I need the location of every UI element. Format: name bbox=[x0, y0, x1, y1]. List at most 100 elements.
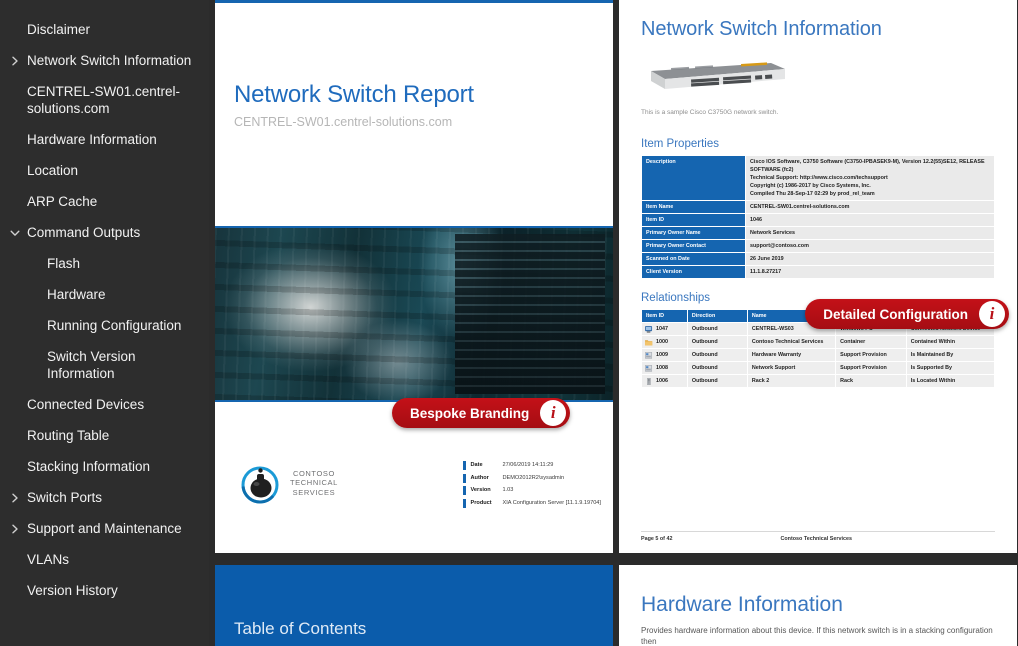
metadata-accent-bar bbox=[463, 498, 466, 508]
item-property-value: Network Services bbox=[745, 226, 995, 240]
switch-page-content: Network Switch Information This is a sam… bbox=[619, 0, 1017, 388]
table-row: Primary Owner Name Network Services bbox=[641, 226, 995, 240]
page-cover[interactable]: Network Switch Report CENTREL-SW01.centr… bbox=[215, 0, 613, 553]
sidebar-item-command-outputs[interactable]: Command Outputs bbox=[0, 217, 209, 248]
relationship-relationship-type: Is Supported By bbox=[905, 361, 996, 375]
chevron-right-icon[interactable] bbox=[9, 523, 21, 535]
item-properties-table: Description Cisco IOS Software, C3750 Sof… bbox=[641, 155, 995, 279]
sidebar-item-vlans[interactable]: VLANs bbox=[0, 544, 209, 575]
metadata-accent-bar bbox=[463, 486, 466, 495]
cover-title: Network Switch Report bbox=[234, 81, 474, 108]
contoso-logo-mark-icon bbox=[238, 461, 282, 505]
sidebar-item-location[interactable]: Location bbox=[0, 155, 209, 186]
relationship-type-col: Support Provision bbox=[835, 348, 907, 362]
relationship-type-col: Rack bbox=[835, 374, 907, 388]
callout-detailed-configuration[interactable]: Detailed Configuration i bbox=[805, 299, 1009, 329]
relationship-type-col: Container bbox=[835, 335, 907, 349]
metadata-key: Date bbox=[470, 462, 483, 468]
relationship-item-id: 1008 bbox=[641, 361, 688, 375]
sidebar-item-label: Location bbox=[27, 163, 79, 178]
table-row: Item ID 1046 bbox=[641, 213, 995, 227]
chevron-right-icon[interactable] bbox=[9, 492, 21, 504]
relationship-direction: Outbound bbox=[686, 348, 748, 362]
sidebar-item-label: Switch Ports bbox=[27, 490, 103, 505]
sidebar-item-switch-version-information[interactable]: Switch Version Information bbox=[0, 341, 209, 389]
metadata-key: Version bbox=[470, 487, 491, 493]
cover-metadata-row: Version 1.03 bbox=[463, 486, 603, 495]
footer-divider bbox=[641, 531, 995, 532]
table-row: Client Version 11.1.8.27217 bbox=[641, 265, 995, 279]
relationship-name: Hardware Warranty bbox=[746, 348, 837, 362]
sidebar-item-label: VLANs bbox=[27, 552, 70, 567]
sidebar-item-stacking-information[interactable]: Stacking Information bbox=[0, 451, 209, 482]
column-header: Direction bbox=[686, 309, 748, 323]
sidebar-item-routing-table[interactable]: Routing Table bbox=[0, 420, 209, 451]
relationship-name: Contoso Technical Services bbox=[746, 335, 837, 349]
cover-metadata-row: Product XIA Configuration Server [11.1.9.… bbox=[463, 498, 603, 508]
sidebar-item-label: Command Outputs bbox=[27, 225, 141, 240]
sidebar-item-hardware[interactable]: Hardware bbox=[0, 279, 209, 310]
logo-line-1: CONTOSO bbox=[292, 468, 335, 478]
page-hardware-information[interactable]: Hardware Information Provides hardware i… bbox=[619, 565, 1017, 646]
relationship-item-id-value: 1009 bbox=[656, 352, 668, 358]
document-outline-sidebar[interactable]: Disclaimer Network Switch Information CENT… bbox=[0, 0, 209, 646]
metadata-accent-bar bbox=[463, 473, 466, 483]
folder-icon bbox=[645, 339, 653, 346]
item-property-label: Primary Owner Name bbox=[641, 226, 746, 240]
sidebar-item-connected-devices[interactable]: Connected Devices bbox=[0, 389, 209, 420]
relationship-relationship-type: Is Located Within bbox=[905, 374, 996, 388]
relationship-item-id: 1047 bbox=[641, 322, 688, 336]
item-properties-heading: Item Properties bbox=[641, 138, 719, 150]
contoso-logo-text: CONTOSO TECHNICAL SERVICES bbox=[290, 469, 338, 498]
sidebar-item-support-and-maintenance[interactable]: Support and Maintenance bbox=[0, 513, 209, 544]
sidebar-item-label: Disclaimer bbox=[27, 22, 91, 37]
info-icon[interactable]: i bbox=[540, 400, 567, 426]
network-switch-photo bbox=[645, 57, 787, 93]
app-root: Disclaimer Network Switch Information CENT… bbox=[0, 0, 1018, 646]
relationship-direction: Outbound bbox=[686, 335, 748, 349]
info-icon[interactable]: i bbox=[979, 301, 1005, 327]
sidebar-item-network-switch-information[interactable]: Network Switch Information bbox=[0, 45, 209, 76]
table-row: 1006 Outbound Rack 2 Rack Is Located Within bbox=[641, 374, 996, 388]
chevron-right-icon[interactable] bbox=[9, 55, 21, 67]
toc-title: Table of Contents bbox=[234, 619, 367, 638]
hardware-page-content: Hardware Information Provides hardware i… bbox=[619, 565, 1017, 646]
sidebar-item-label: Running Configuration bbox=[47, 318, 182, 333]
table-row: 1000 Outbound Contoso Technical Services Co… bbox=[641, 335, 996, 349]
windows-pc-icon bbox=[645, 325, 653, 333]
item-property-label: Item Name bbox=[641, 200, 746, 214]
item-property-value: support@contoso.com bbox=[745, 239, 995, 253]
chevron-down-icon[interactable] bbox=[9, 227, 21, 239]
support-icon bbox=[645, 364, 653, 372]
sidebar-item-disclaimer[interactable]: Disclaimer bbox=[0, 14, 209, 45]
document-preview-viewer[interactable]: Network Switch Report CENTREL-SW01.centr… bbox=[209, 0, 1018, 646]
hardware-page-body: Provides hardware information about this… bbox=[641, 626, 993, 646]
metadata-value: 27/06/2019 14:11:29 bbox=[502, 462, 554, 468]
item-property-value: Cisco IOS Software, C3750 Software (C375… bbox=[745, 155, 995, 201]
sidebar-item-arp-cache[interactable]: ARP Cache bbox=[0, 186, 209, 217]
cover-metadata-row: Author DEMO2012R2\sysadmin bbox=[463, 473, 603, 483]
sidebar-item-flash[interactable]: Flash bbox=[0, 248, 209, 279]
item-property-value: 26 June 2019 bbox=[745, 252, 995, 266]
metadata-key: Author bbox=[470, 474, 489, 481]
page-network-switch-information[interactable]: Network Switch Information This is a sam… bbox=[619, 0, 1017, 553]
page-table-of-contents[interactable]: Table of Contents bbox=[215, 565, 613, 646]
item-property-label: Scanned on Date bbox=[641, 252, 746, 266]
table-row: 1009 Outbound Hardware Warranty Support Pro… bbox=[641, 348, 996, 362]
cover-metadata-row: Date 27/06/2019 14:11:29 bbox=[463, 461, 603, 470]
cover-metadata-table: Date 27/06/2019 14:11:29 Author DEMO2012R2\… bbox=[463, 461, 603, 511]
sidebar-item-running-configuration[interactable]: Running Configuration bbox=[0, 310, 209, 341]
sidebar-item-label: Routing Table bbox=[27, 428, 110, 443]
relationship-direction: Outbound bbox=[686, 361, 748, 375]
callout-bespoke-branding[interactable]: Bespoke Branding i bbox=[392, 398, 571, 428]
contoso-logo: CONTOSO TECHNICAL SERVICES bbox=[238, 461, 338, 505]
sidebar-item-version-history[interactable]: Version History bbox=[0, 575, 209, 606]
sidebar-item-centrel-sw01-centrel-solutions-com[interactable]: CENTREL-SW01.centrel-solutions.com bbox=[0, 76, 209, 124]
relationship-name: Network Support bbox=[746, 361, 837, 375]
item-property-label: Item ID bbox=[641, 213, 746, 227]
cover-title-block: Network Switch Report CENTREL-SW01.centr… bbox=[215, 3, 613, 129]
sidebar-item-switch-ports[interactable]: Switch Ports bbox=[0, 482, 209, 513]
sidebar-item-hardware-information[interactable]: Hardware Information bbox=[0, 124, 209, 155]
metadata-value: DEMO2012R2\sysadmin bbox=[502, 474, 565, 481]
relationship-item-id: 1009 bbox=[641, 348, 688, 362]
